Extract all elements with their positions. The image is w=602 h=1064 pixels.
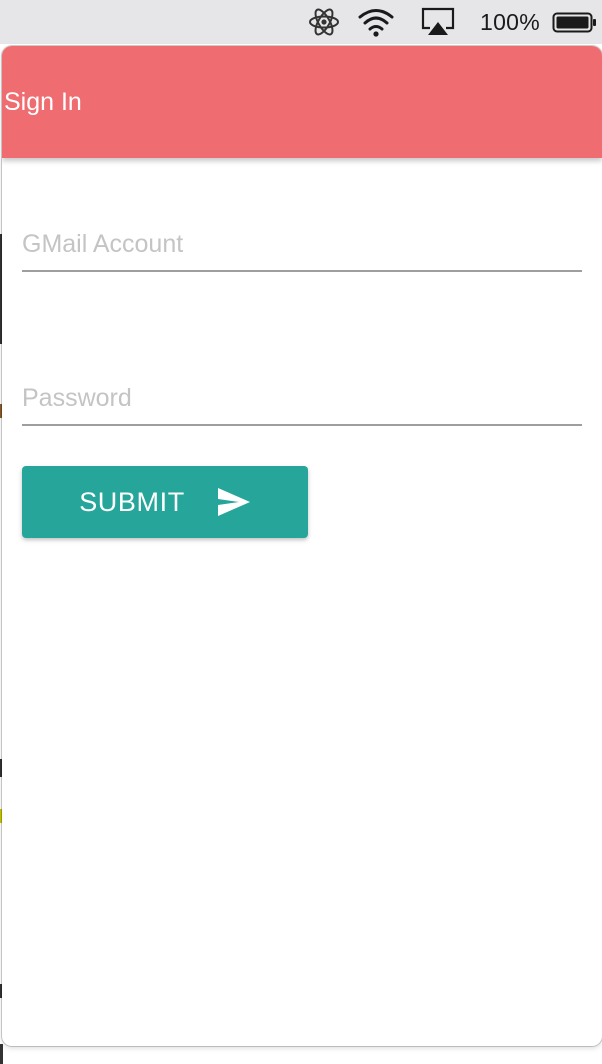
submit-button-label: SUBMIT bbox=[79, 486, 185, 517]
password-input[interactable] bbox=[22, 378, 582, 418]
battery-percentage: 100% bbox=[480, 9, 541, 35]
window-title: Sign In bbox=[4, 88, 82, 116]
wifi-icon[interactable] bbox=[356, 6, 396, 38]
password-field[interactable] bbox=[22, 374, 582, 426]
menu-bar: 100% bbox=[0, 0, 602, 44]
battery-icon[interactable] bbox=[552, 6, 598, 38]
submit-button[interactable]: SUBMIT bbox=[22, 466, 308, 538]
airplay-icon[interactable] bbox=[420, 6, 456, 38]
sign-in-window: Sign In SUBMIT bbox=[2, 46, 602, 1046]
background-window-mark bbox=[0, 1044, 3, 1064]
send-icon bbox=[217, 488, 250, 516]
gmail-account-field[interactable] bbox=[22, 220, 582, 272]
electron-atom-icon[interactable] bbox=[306, 6, 342, 38]
app-bar: Sign In bbox=[2, 46, 602, 158]
gmail-account-input[interactable] bbox=[22, 224, 582, 264]
